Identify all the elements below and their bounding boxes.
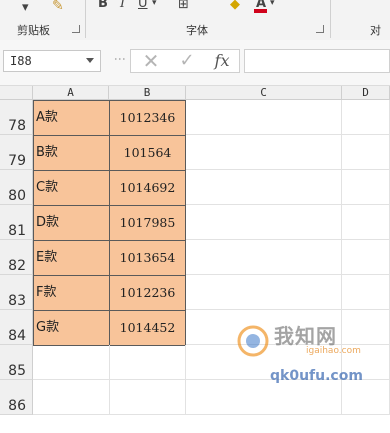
group-divider: [330, 0, 331, 38]
italic-button[interactable]: I: [120, 0, 125, 11]
cell-c[interactable]: [186, 240, 342, 275]
row-header[interactable]: 84: [0, 310, 33, 345]
font-color-bar: [254, 9, 267, 13]
cell-d[interactable]: [342, 100, 390, 135]
cell-a[interactable]: [33, 345, 110, 380]
cell-b[interactable]: 1013654: [109, 240, 186, 276]
cell-d[interactable]: [342, 310, 390, 345]
cell-a[interactable]: G款: [33, 310, 110, 346]
name-box-value: I88: [10, 54, 32, 68]
cell-c[interactable]: [186, 100, 342, 135]
group-divider: [85, 0, 86, 38]
insert-function-button[interactable]: fx: [207, 50, 237, 72]
cell-c[interactable]: [186, 345, 342, 380]
formula-bar-row: I88 ⋮ ✕ ✓ fx: [0, 40, 390, 86]
clipboard-launcher-icon[interactable]: [72, 25, 80, 33]
row-header[interactable]: 78: [0, 100, 33, 135]
select-all-corner[interactable]: [0, 86, 33, 100]
cell-d[interactable]: [342, 380, 390, 415]
cell-a[interactable]: E款: [33, 240, 110, 276]
name-box-dropdown-icon[interactable]: [86, 58, 94, 63]
row-header[interactable]: 82: [0, 240, 33, 275]
cell-c[interactable]: [186, 310, 342, 345]
cell-a[interactable]: F款: [33, 275, 110, 311]
cell-b[interactable]: 1012236: [109, 275, 186, 311]
cell-c[interactable]: [186, 275, 342, 310]
font-group-label: 字体: [186, 24, 208, 37]
cell-b[interactable]: [109, 345, 186, 380]
border-icon[interactable]: ⊞: [178, 0, 189, 12]
row-header[interactable]: 86: [0, 380, 33, 415]
name-box[interactable]: I88: [3, 50, 101, 72]
underline-button[interactable]: U: [138, 0, 148, 11]
dropdown-arrow-icon[interactable]: ▾: [22, 0, 29, 15]
cell-c[interactable]: [186, 205, 342, 240]
cell-a[interactable]: A款: [33, 100, 110, 136]
cell-b[interactable]: 1014452: [109, 310, 186, 346]
cell-d[interactable]: [342, 205, 390, 240]
row-header[interactable]: 80: [0, 170, 33, 205]
cell-d[interactable]: [342, 135, 390, 170]
cell-d[interactable]: [342, 240, 390, 275]
ribbon: ▾ ✎ B I U ▾ ⊞ ◆ A ▾ 剪贴板 字体 对齐: [0, 0, 390, 53]
row-header[interactable]: 79: [0, 135, 33, 170]
column-header-c[interactable]: C: [186, 86, 342, 100]
cell-b[interactable]: [109, 380, 186, 415]
column-header-b[interactable]: B: [109, 86, 186, 100]
cell-d[interactable]: [342, 170, 390, 205]
cell-b[interactable]: 1017985: [109, 205, 186, 241]
clipboard-group-label: 剪贴板: [17, 24, 50, 37]
formula-bar-grip-icon[interactable]: ⋮: [113, 53, 127, 64]
cell-b[interactable]: 1012346: [109, 100, 186, 136]
cell-a[interactable]: [33, 380, 110, 415]
font-launcher-icon[interactable]: [316, 25, 324, 33]
bold-button[interactable]: B: [98, 0, 108, 11]
formula-buttons: ✕ ✓ fx: [130, 49, 240, 73]
cell-d[interactable]: [342, 275, 390, 310]
format-painter-icon[interactable]: ✎: [52, 0, 64, 14]
formula-input[interactable]: [244, 49, 390, 73]
enter-check-icon[interactable]: ✓: [173, 50, 201, 72]
cell-b[interactable]: 1014692: [109, 170, 186, 206]
font-color-dropdown-icon[interactable]: ▾: [270, 0, 275, 8]
row-header[interactable]: 83: [0, 275, 33, 310]
fill-color-icon[interactable]: ◆: [230, 0, 240, 12]
cell-c[interactable]: [186, 135, 342, 170]
cell-a[interactable]: C款: [33, 170, 110, 206]
column-header-d[interactable]: D: [342, 86, 390, 100]
column-header-a[interactable]: A: [33, 86, 109, 100]
cell-a[interactable]: D款: [33, 205, 110, 241]
cancel-icon[interactable]: ✕: [137, 50, 165, 72]
cell-a[interactable]: B款: [33, 135, 110, 171]
cell-c[interactable]: [186, 170, 342, 205]
cell-d[interactable]: [342, 345, 390, 380]
row-header[interactable]: 85: [0, 345, 33, 380]
row-header[interactable]: 81: [0, 205, 33, 240]
underline-dropdown-icon[interactable]: ▾: [152, 0, 157, 8]
cell-c[interactable]: [186, 380, 342, 415]
cell-b[interactable]: 101564: [109, 135, 186, 171]
